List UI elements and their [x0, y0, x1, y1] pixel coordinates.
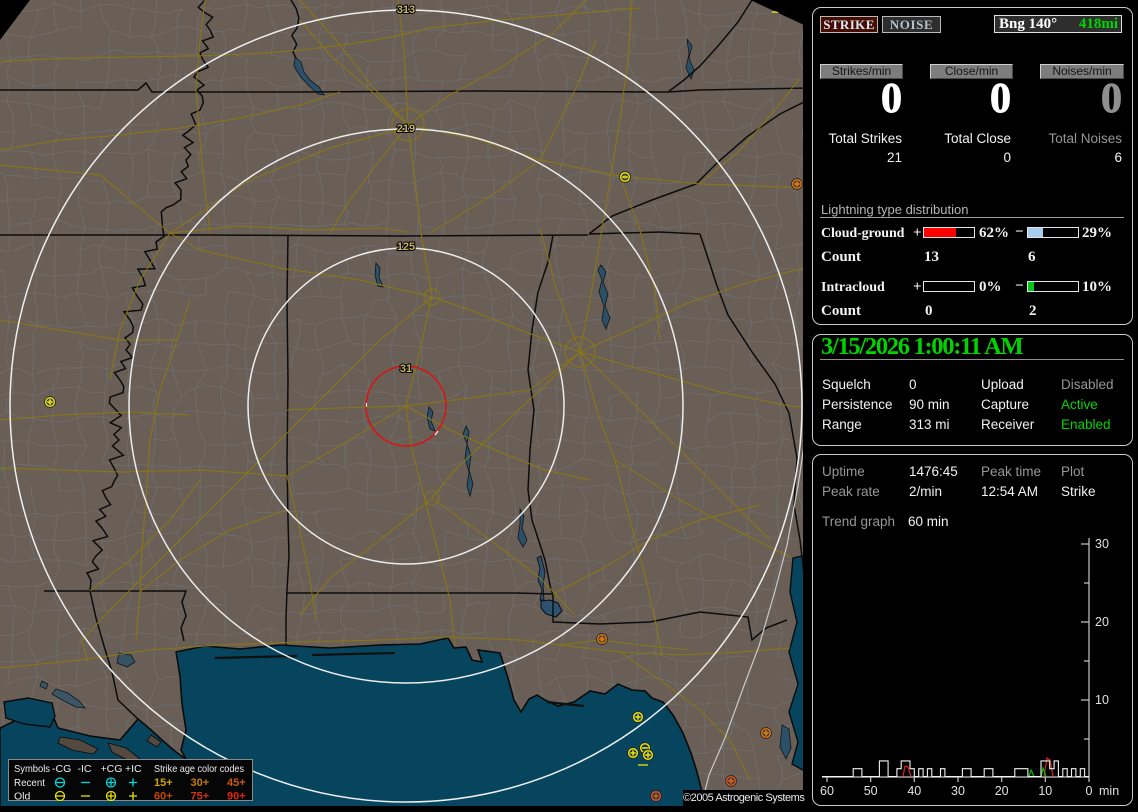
svg-text:313: 313 [397, 4, 415, 16]
svg-text:+CG: +CG [101, 763, 123, 775]
svg-text:Old: Old [14, 791, 31, 802]
svg-text:-CG: -CG [52, 763, 71, 775]
svg-text:10: 10 [1038, 784, 1052, 798]
svg-text:40: 40 [907, 784, 921, 798]
svg-text:45+: 45+ [227, 777, 246, 789]
svg-text:15+: 15+ [154, 777, 173, 789]
svg-text:min: min [1099, 784, 1119, 798]
svg-text:10: 10 [1095, 693, 1109, 707]
svg-text:Strike age color codes: Strike age color codes [154, 763, 244, 775]
svg-text:30: 30 [951, 784, 965, 798]
svg-text:Symbols: Symbols [14, 763, 50, 775]
svg-text:31: 31 [400, 363, 412, 375]
svg-text:90+: 90+ [227, 791, 246, 802]
svg-text:75+: 75+ [191, 791, 210, 802]
svg-text:50: 50 [864, 784, 878, 798]
svg-text:60: 60 [820, 784, 834, 798]
svg-text:30: 30 [1095, 537, 1109, 551]
svg-text:30+: 30+ [191, 777, 210, 789]
svg-text:Recent: Recent [14, 777, 45, 789]
svg-text:0: 0 [1086, 784, 1093, 798]
svg-text:125: 125 [397, 241, 415, 253]
svg-text:+IC: +IC [125, 763, 142, 775]
svg-text:20: 20 [995, 784, 1009, 798]
svg-text:20: 20 [1095, 615, 1109, 629]
svg-text:60+: 60+ [154, 791, 173, 802]
svg-text:-IC: -IC [78, 763, 92, 775]
svg-text:219: 219 [397, 123, 415, 135]
